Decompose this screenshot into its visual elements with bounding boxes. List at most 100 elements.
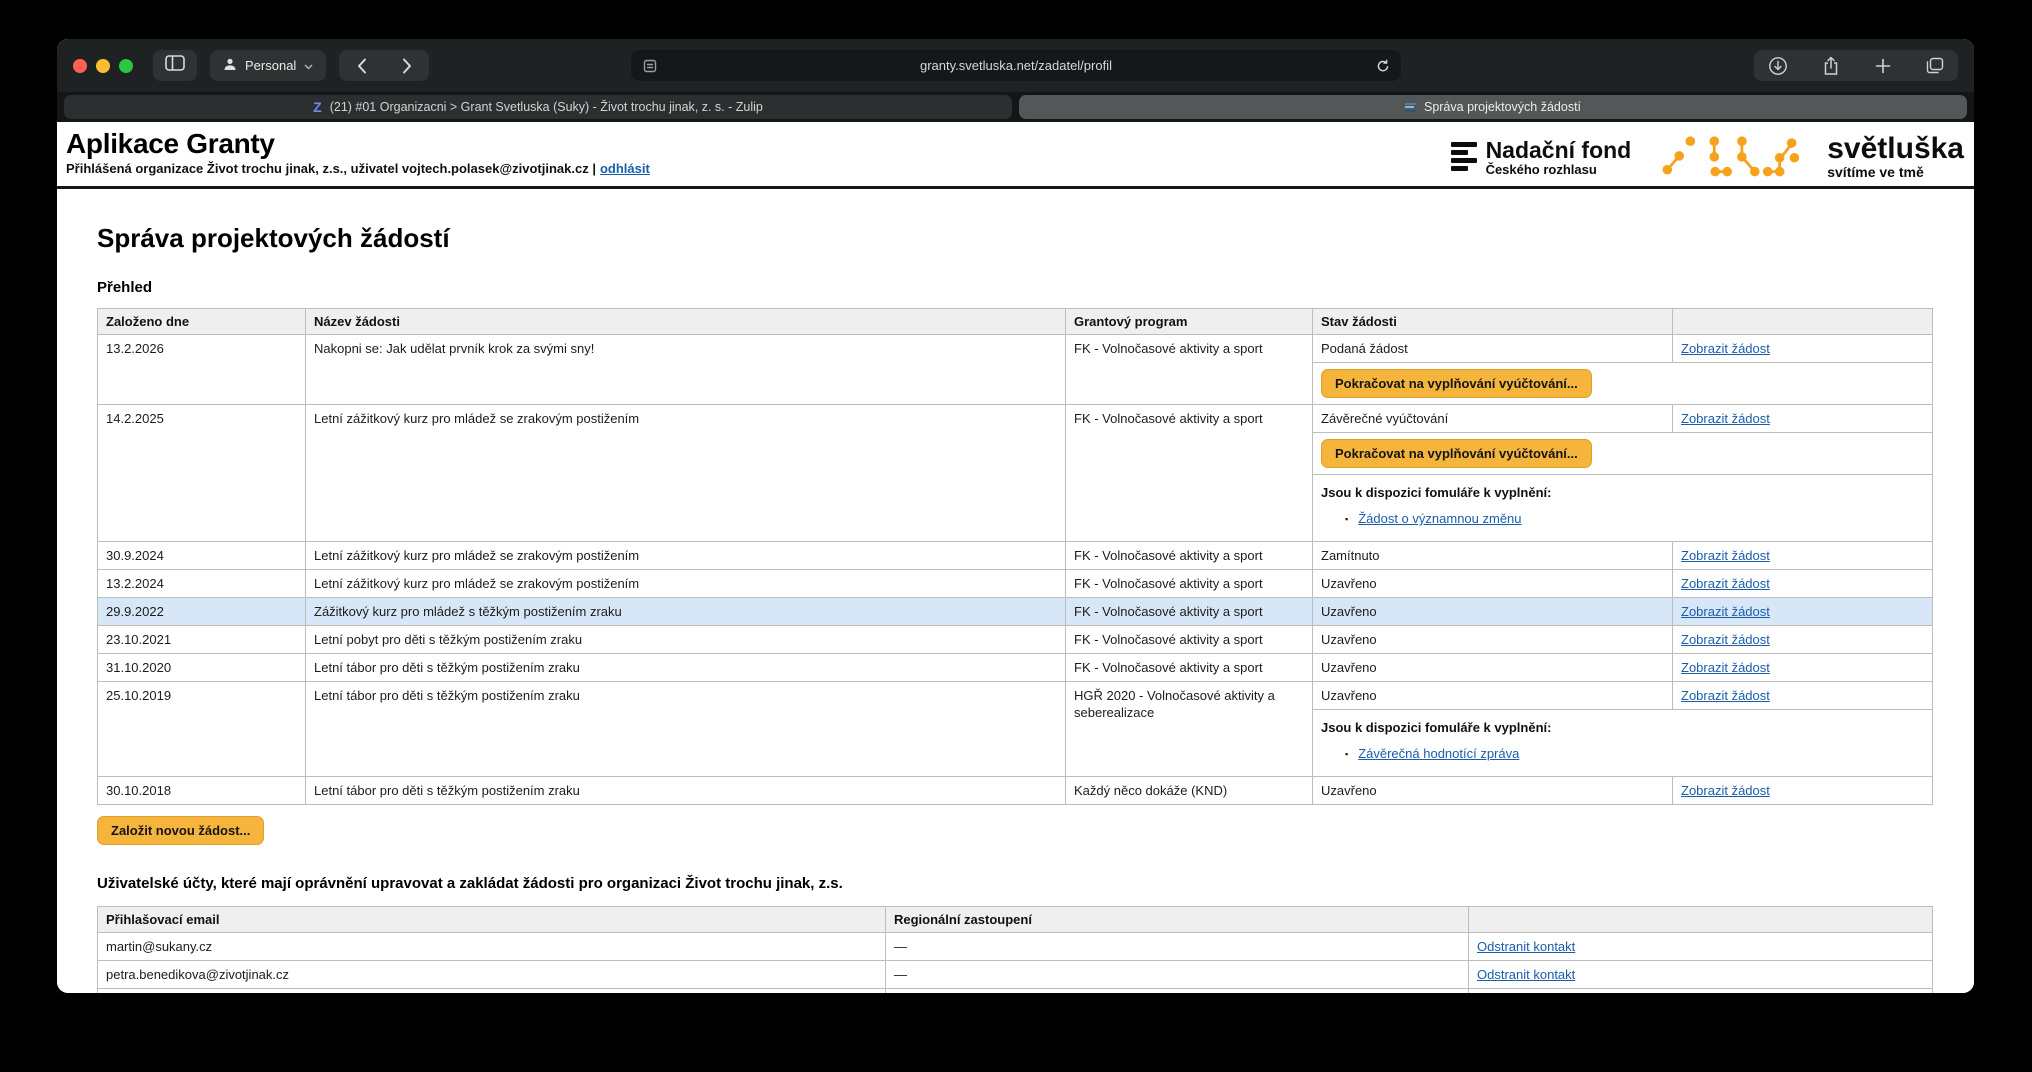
users-heading: Uživatelské účty, které mají oprávnění u… (97, 875, 1934, 893)
cell-date: 29.9.2022 (98, 598, 306, 626)
cell-status: Zamítnuto (1313, 542, 1673, 570)
table-row: 30.10.2018 Letní tábor pro děti s těžkým… (98, 777, 1933, 805)
profile-menu-button[interactable]: Personal (210, 50, 326, 81)
cell-program: FK - Volnočasové aktivity a sport (1066, 335, 1313, 405)
continue-settlement-button[interactable]: Pokračovat na vyplňování vyúčtování... (1321, 439, 1592, 468)
cell-action: Zobrazit žádost (1673, 626, 1933, 654)
nadacni-fond-title: Nadační fond (1486, 138, 1632, 162)
cell-region: — (886, 989, 1469, 994)
view-request-link[interactable]: Zobrazit žádost (1681, 632, 1770, 647)
cell-date: 14.2.2025 (98, 405, 306, 542)
zoom-window-button[interactable] (119, 59, 133, 73)
cell-name: Zážitkový kurz pro mládež s těžkým posti… (306, 598, 1066, 626)
view-request-link[interactable]: Zobrazit žádost (1681, 604, 1770, 619)
downloads-button[interactable] (1768, 56, 1788, 76)
page-settings-icon[interactable] (643, 59, 657, 73)
form-link[interactable]: Závěrečná hodnotící zpráva (1358, 745, 1519, 762)
table-row: 23.10.2021 Letní pobyt pro děti s těžkým… (98, 626, 1933, 654)
overview-heading: Přehled (97, 279, 1934, 296)
new-tab-button[interactable] (1875, 58, 1891, 74)
cell-user-action (1469, 989, 1933, 994)
continue-settlement-button[interactable]: Pokračovat na vyplňování vyúčtování... (1321, 369, 1592, 398)
view-request-link[interactable]: Zobrazit žádost (1681, 548, 1770, 563)
address-bar[interactable]: granty.svetluska.net/zadatel/profil (631, 50, 1401, 81)
table-row: 14.2.2025 Letní zážitkový kurz pro mláde… (98, 405, 1933, 433)
forms-list-item: ▪ Žádost o významnou změnu (1345, 510, 1924, 527)
users-header-row: Přihlašovací email Regionální zastoupení (98, 907, 1933, 933)
nadacni-fond-logo: Nadační fond Českého rozhlasu (1451, 138, 1632, 177)
view-request-link[interactable]: Zobrazit žádost (1681, 341, 1770, 356)
cell-name: Letní tábor pro děti s těžkým postižením… (306, 682, 1066, 777)
user-row: martin@sukany.cz — Odstranit kontakt (98, 933, 1933, 961)
col-header-status: Stav žádosti (1313, 309, 1673, 335)
cell-date: 31.10.2020 (98, 654, 306, 682)
zulip-icon: Z (313, 100, 322, 114)
toolbar-right-buttons (1754, 50, 1958, 81)
safari-window: Personal granty.svetluska.net/zadatel/pr… (57, 39, 1974, 993)
traffic-lights (73, 59, 133, 73)
cell-date: 25.10.2019 (98, 682, 306, 777)
cell-date: 30.10.2018 (98, 777, 306, 805)
cell-region: — (886, 961, 1469, 989)
sidebar-toggle-button[interactable] (153, 50, 197, 81)
view-request-link[interactable]: Zobrazit žádost (1681, 783, 1770, 798)
cell-name: Letní zážitkový kurz pro mládež se zrako… (306, 570, 1066, 598)
form-link[interactable]: Žádost o významnou změnu (1358, 510, 1521, 527)
cell-date: 30.9.2024 (98, 542, 306, 570)
table-row-highlighted: 29.9.2022 Zážitkový kurz pro mládež s tě… (98, 598, 1933, 626)
sidebar-icon (165, 55, 185, 76)
remove-contact-link[interactable]: Odstranit kontakt (1477, 939, 1575, 954)
logout-link[interactable]: odhlásit (600, 161, 650, 176)
user-row: vojtech.polasek@zivotjinak.cz — (98, 989, 1933, 994)
url-text: granty.svetluska.net/zadatel/profil (657, 58, 1376, 73)
cell-action: Zobrazit žádost (1673, 777, 1933, 805)
cell-program: FK - Volnočasové aktivity a sport (1066, 654, 1313, 682)
forms-list-item: ▪ Závěrečná hodnotící zpráva (1345, 745, 1924, 762)
page-content: Aplikace Granty Přihlášená organizace Ži… (57, 122, 1974, 993)
cell-action: Zobrazit žádost (1673, 598, 1933, 626)
share-button[interactable] (1822, 56, 1840, 76)
forms-available-notice: Jsou k dispozici fomuláře k vyplnění: (1321, 719, 1924, 736)
remove-contact-link[interactable]: Odstranit kontakt (1477, 967, 1575, 982)
cell-status: Uzavřeno (1313, 777, 1673, 805)
reload-icon[interactable] (1376, 59, 1390, 73)
tab-sprava-label: Správa projektových žádostí (1424, 100, 1581, 114)
cell-status: Uzavřeno (1313, 570, 1673, 598)
cell-status: Uzavřeno (1313, 598, 1673, 626)
forms-available-notice: Jsou k dispozici fomuláře k vyplnění: (1321, 484, 1924, 501)
table-row: 13.2.2026 Nakopni se: Jak udělat prvník … (98, 335, 1933, 363)
cell-status: Podaná žádost (1313, 335, 1673, 363)
grants-header-row: Založeno dne Název žádosti Grantový prog… (98, 309, 1933, 335)
cell-action: Zobrazit žádost (1673, 654, 1933, 682)
table-row: 25.10.2019 Letní tábor pro děti s těžkým… (98, 682, 1933, 710)
cell-name: Letní tábor pro děti s těžkým postižením… (306, 777, 1066, 805)
tab-strip: Z (21) #01 Organizacni > Grant Svetluska… (57, 92, 1974, 122)
col-header-region: Regionální zastoupení (886, 907, 1469, 933)
view-request-link[interactable]: Zobrazit žádost (1681, 688, 1770, 703)
cell-continue: Pokračovat na vyplňování vyúčtování... (1313, 433, 1933, 475)
view-request-link[interactable]: Zobrazit žádost (1681, 660, 1770, 675)
cell-name: Nakopni se: Jak udělat prvník krok za sv… (306, 335, 1066, 405)
cell-action: Zobrazit žádost (1673, 542, 1933, 570)
close-window-button[interactable] (73, 59, 87, 73)
col-header-user-actions (1469, 907, 1933, 933)
tab-sprava-zadosti[interactable]: Správa projektových žádostí (1019, 95, 1967, 119)
view-request-link[interactable]: Zobrazit žádost (1681, 576, 1770, 591)
new-request-button[interactable]: Založit novou žádost... (97, 816, 264, 845)
cell-status: Uzavřeno (1313, 682, 1673, 710)
cell-continue: Pokračovat na vyplňování vyúčtování... (1313, 363, 1933, 405)
minimize-window-button[interactable] (96, 59, 110, 73)
forward-button[interactable] (384, 50, 429, 81)
table-row: 13.2.2024 Letní zážitkový kurz pro mláde… (98, 570, 1933, 598)
cell-name: Letní zážitkový kurz pro mládež se zrako… (306, 405, 1066, 542)
tab-zulip[interactable]: Z (21) #01 Organizacni > Grant Svetluska… (64, 95, 1012, 119)
back-button[interactable] (339, 50, 384, 81)
cell-program: FK - Volnočasové aktivity a sport (1066, 542, 1313, 570)
chevron-down-icon (304, 58, 313, 73)
tab-overview-button[interactable] (1925, 57, 1944, 74)
site-header: Aplikace Granty Přihlášená organizace Ži… (57, 122, 1974, 189)
cell-date: 13.2.2026 (98, 335, 306, 405)
cell-date: 13.2.2024 (98, 570, 306, 598)
view-request-link[interactable]: Zobrazit žádost (1681, 411, 1770, 426)
cell-program: Každý něco dokáže (KND) (1066, 777, 1313, 805)
